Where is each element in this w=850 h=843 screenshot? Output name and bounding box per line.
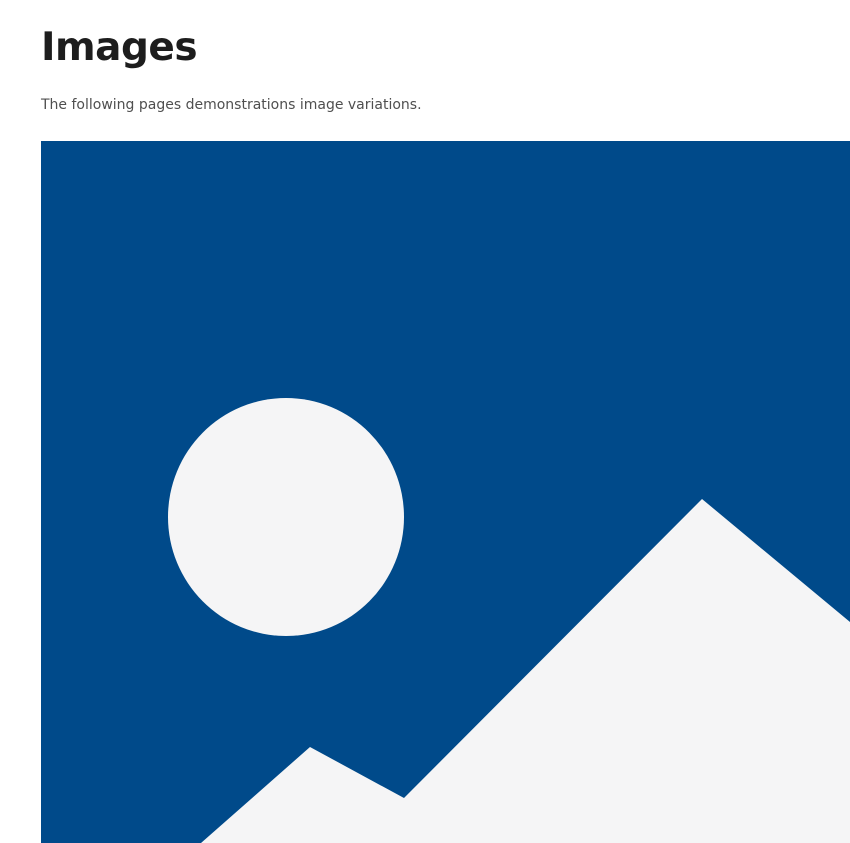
page-title: Images: [41, 25, 198, 70]
image-placeholder-icon: [41, 141, 850, 843]
placeholder-image: [41, 141, 850, 843]
sun-circle: [168, 398, 404, 636]
page-description: The following pages demonstrations image…: [41, 97, 422, 113]
